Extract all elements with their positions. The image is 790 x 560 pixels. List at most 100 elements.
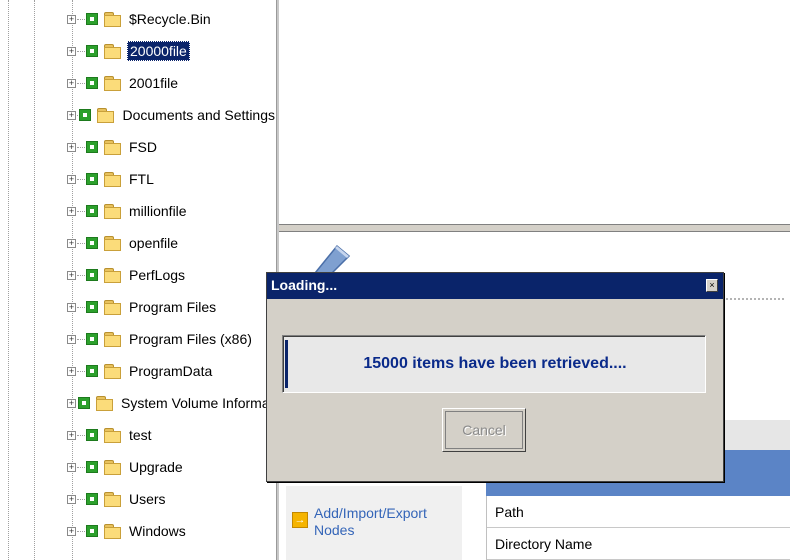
green-check-icon[interactable] [86,141,98,153]
tree-item[interactable]: + FSD [67,131,276,163]
tree-connector [77,370,85,372]
expand-icon[interactable]: + [67,78,76,88]
grid-row-directory-name[interactable]: Directory Name [487,528,790,560]
tree-item-label[interactable]: Users [127,490,168,508]
expand-icon[interactable]: + [67,334,76,344]
green-check-icon[interactable] [86,77,98,89]
close-icon[interactable]: × [706,279,718,292]
folder-icon [104,460,121,475]
tree-item[interactable]: + Upgrade [67,451,276,483]
expand-icon[interactable]: + [67,398,76,408]
tree-connector [77,18,85,20]
tree-item-label[interactable]: ProgramData [127,362,214,380]
expand-icon[interactable]: + [67,526,76,536]
tree-item-label[interactable]: openfile [127,234,180,252]
folder-icon [104,12,121,27]
tree-item-label[interactable]: System Volume Informatic [119,394,276,412]
tree-item[interactable]: + millionfile [67,195,276,227]
expand-icon[interactable]: + [67,46,76,56]
tree-item[interactable]: + PerfLogs [67,259,276,291]
tree-connector [77,434,85,436]
tree-connector [77,210,85,212]
tree-connector [77,146,85,148]
folder-icon [104,492,121,507]
green-check-icon[interactable] [86,301,98,313]
green-check-icon[interactable] [86,493,98,505]
tree-item[interactable]: +2001file [67,67,276,99]
tree-item-label[interactable]: Windows [127,522,188,540]
tree-item-label[interactable]: FTL [127,170,156,188]
tree-item[interactable]: + Program Files [67,291,276,323]
gray-band [720,420,790,450]
green-check-icon[interactable] [86,429,98,441]
details-pane-top [279,0,790,224]
cancel-button[interactable]: Cancel [442,408,526,452]
folder-icon [104,428,121,443]
tree-item[interactable]: + Windows [67,515,276,547]
pane-splitter-horizontal[interactable] [279,224,790,232]
tree-item[interactable]: + System Volume Informatic [67,387,276,419]
expand-icon[interactable]: + [67,302,76,312]
green-check-icon[interactable] [86,173,98,185]
green-check-icon[interactable] [79,109,92,121]
expand-icon[interactable]: + [67,14,76,24]
tree-item-label[interactable]: $Recycle.Bin [127,10,213,28]
green-check-icon[interactable] [86,205,98,217]
tree-item[interactable]: + FTL [67,163,276,195]
expand-icon[interactable]: + [67,494,76,504]
tree-item-label[interactable]: 20000file [127,41,190,61]
folder-icon [104,140,121,155]
folder-tree-pane: + $Recycle.Bin +20000file +2001file + Documen… [0,0,276,560]
add-import-export-nodes-link[interactable]: Add/Import/Export Nodes [314,505,454,539]
tree-guide-line [8,0,9,560]
tree-connector [77,82,85,84]
tree-item[interactable]: + test [67,419,276,451]
tree-item-label[interactable]: Program Files [127,298,218,316]
tree-item-label[interactable]: Upgrade [127,458,185,476]
tree-item[interactable]: + openfile [67,227,276,259]
green-check-icon[interactable] [78,397,90,409]
tree-item-label[interactable]: test [127,426,154,444]
green-check-icon[interactable] [86,365,98,377]
green-check-icon[interactable] [86,269,98,281]
arrow-right-icon[interactable]: → [292,512,308,528]
expand-icon[interactable]: + [67,366,76,376]
expand-icon[interactable]: + [67,430,76,440]
tree-item[interactable]: + ProgramData [67,355,276,387]
grid-row-path[interactable]: Path [487,496,790,528]
tree-connector [77,178,85,180]
folder-icon [104,364,121,379]
expand-icon[interactable]: + [67,270,76,280]
green-check-icon[interactable] [86,45,98,57]
tree-item-label[interactable]: PerfLogs [127,266,187,284]
green-check-icon[interactable] [86,13,98,25]
folder-icon [104,268,121,283]
tree-item[interactable]: + Users [67,483,276,515]
green-check-icon[interactable] [86,333,98,345]
expand-icon[interactable]: + [67,110,76,120]
expand-icon[interactable]: + [67,462,76,472]
tree-item-label[interactable]: 2001file [127,74,180,92]
tree-item-label[interactable]: FSD [127,138,159,156]
expand-icon[interactable]: + [67,142,76,152]
dotted-separator [722,298,784,300]
expand-icon[interactable]: + [67,238,76,248]
dialog-titlebar[interactable]: Loading... × [267,273,723,299]
tree-item-label[interactable]: millionfile [127,202,189,220]
tree-item[interactable]: + $Recycle.Bin [67,3,276,35]
tree-item[interactable]: + Program Files (x86) [67,323,276,355]
tree-item[interactable]: +20000file [67,35,276,67]
tree-item-label[interactable]: Program Files (x86) [127,330,254,348]
expand-icon[interactable]: + [67,174,76,184]
tree-item[interactable]: + Documents and Settings [67,99,276,131]
folder-icon [97,108,115,123]
folder-icon [96,396,113,411]
tree-item-label[interactable]: Documents and Settings [120,106,276,124]
loading-dialog: Loading... × 15000 items have been retri… [266,272,724,482]
green-check-icon[interactable] [86,237,98,249]
green-check-icon[interactable] [86,461,98,473]
green-check-icon[interactable] [86,525,98,537]
expand-icon[interactable]: + [67,206,76,216]
tree-connector [77,274,85,276]
properties-grid: Path Directory Name [486,496,790,560]
